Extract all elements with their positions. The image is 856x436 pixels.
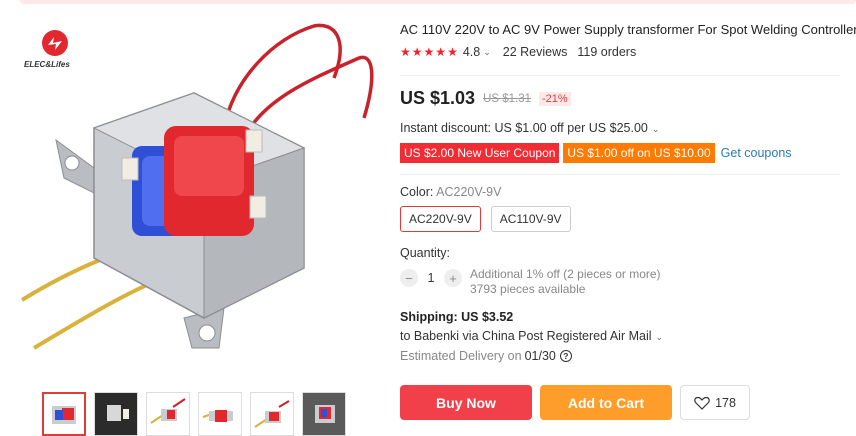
estimated-delivery: Estimated Delivery on 01/30 ? bbox=[400, 349, 572, 363]
logo-icon bbox=[42, 30, 68, 56]
color-options: AC220V-9V AC110V-9V bbox=[400, 206, 571, 232]
shipping-price: US $3.52 bbox=[461, 310, 514, 324]
logo-text: ELEC&Lifes bbox=[24, 60, 70, 69]
thumbnail-1[interactable] bbox=[42, 392, 86, 436]
star-icon: ★ bbox=[447, 45, 458, 59]
price-row: US $1.03 US $1.31 -21% bbox=[400, 88, 571, 109]
add-to-cart-button[interactable]: Add to Cart bbox=[540, 385, 672, 420]
thumbnail-6[interactable] bbox=[302, 392, 346, 436]
discount-badge: -21% bbox=[539, 91, 571, 106]
color-selected-value: AC220V-9V bbox=[436, 185, 502, 199]
quantity-plus-button[interactable]: + bbox=[444, 269, 462, 287]
quantity-label: Quantity: bbox=[400, 246, 451, 260]
product-title: AC 110V 220V to AC 9V Power Supply trans… bbox=[400, 22, 856, 37]
star-icon: ★ bbox=[411, 45, 423, 59]
chevron-down-icon[interactable]: ⌄ bbox=[656, 332, 664, 342]
coupon-row: US $2.00 New User Coupon US $1.00 off on… bbox=[400, 143, 792, 163]
main-product-image[interactable] bbox=[14, 18, 376, 382]
color-option-ac220v[interactable]: AC220V-9V bbox=[400, 206, 481, 232]
original-price: US $1.31 bbox=[483, 92, 532, 105]
buy-now-button[interactable]: Buy Now bbox=[400, 385, 532, 420]
thumbnail-2[interactable] bbox=[94, 392, 138, 436]
current-price: US $1.03 bbox=[400, 88, 476, 108]
thumbnail-5[interactable] bbox=[250, 392, 294, 436]
color-label: Color: AC220V-9V bbox=[400, 185, 501, 199]
rating-row: ★ ★ ★ ★ ★ 4.8 ⌄ 22 Reviews 119 orders bbox=[400, 45, 636, 59]
star-icon: ★ bbox=[435, 45, 447, 59]
pieces-available: 3793 pieces available bbox=[470, 282, 586, 296]
chevron-down-icon[interactable]: ⌄ bbox=[652, 124, 660, 134]
orders-count: 119 orders bbox=[577, 45, 637, 59]
reviews-link[interactable]: 22 Reviews bbox=[503, 45, 568, 59]
store-coupon[interactable]: US $1.00 off on US $10.00 bbox=[563, 143, 715, 163]
instant-discount-text: Instant discount: US $1.00 off per US $2… bbox=[400, 121, 648, 135]
divider bbox=[400, 174, 840, 175]
thumbnail-4[interactable] bbox=[198, 392, 242, 436]
image-gallery: ELEC&Lifes bbox=[0, 0, 390, 436]
heart-icon bbox=[694, 396, 710, 410]
quantity-input[interactable]: 1 bbox=[418, 271, 444, 285]
additional-discount: Additional 1% off (2 pieces or more) bbox=[470, 267, 661, 281]
star-icon: ★ bbox=[423, 45, 435, 59]
shipping-method[interactable]: to Babenki via China Post Registered Air… bbox=[400, 329, 675, 343]
quantity-info: Additional 1% off (2 pieces or more) 379… bbox=[470, 267, 661, 297]
action-buttons: Buy Now Add to Cart 178 bbox=[400, 385, 750, 420]
help-icon[interactable]: ? bbox=[559, 350, 572, 362]
quantity-minus-button[interactable]: − bbox=[400, 269, 418, 287]
product-details: AC 110V 220V to AC 9V Power Supply trans… bbox=[400, 0, 856, 436]
instant-discount[interactable]: Instant discount: US $1.00 off per US $2… bbox=[400, 121, 671, 135]
chevron-down-icon[interactable]: ⌄ bbox=[483, 47, 491, 58]
get-coupons-link[interactable]: Get coupons bbox=[721, 146, 792, 160]
delivery-date: 01/30 bbox=[524, 349, 556, 363]
thumbnail-3[interactable] bbox=[146, 392, 190, 436]
thumbnail-strip bbox=[42, 392, 346, 436]
brand-logo: ELEC&Lifes bbox=[24, 28, 88, 72]
delivery-label: Estimated Delivery on bbox=[400, 349, 522, 363]
shipping-label: Shipping: bbox=[400, 310, 458, 324]
rating-stars: ★ ★ ★ ★ ★ bbox=[400, 46, 458, 58]
shipping-method-text: to Babenki via China Post Registered Air… bbox=[400, 329, 652, 343]
color-label-text: Color: bbox=[400, 185, 434, 199]
divider bbox=[400, 75, 840, 76]
color-option-ac110v[interactable]: AC110V-9V bbox=[490, 206, 571, 232]
rating-value[interactable]: 4.8 bbox=[463, 45, 480, 59]
new-user-coupon[interactable]: US $2.00 New User Coupon bbox=[400, 143, 560, 163]
wishlist-count: 178 bbox=[715, 395, 736, 410]
quantity-stepper: − 1 + bbox=[400, 269, 462, 287]
shipping-row: Shipping: US $3.52 bbox=[400, 310, 513, 324]
wishlist-button[interactable]: 178 bbox=[680, 385, 750, 420]
star-icon: ★ bbox=[400, 45, 411, 59]
